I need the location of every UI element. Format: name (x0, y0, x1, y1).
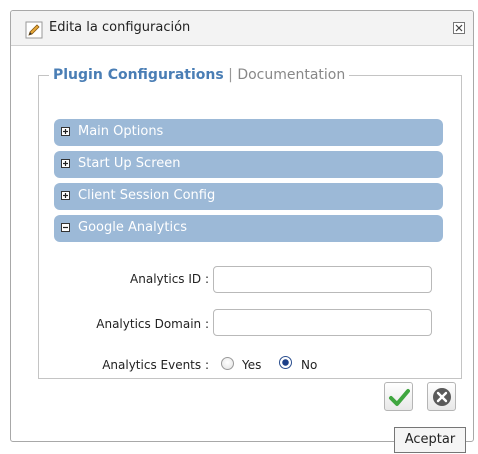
section-start-up-screen[interactable]: Start Up Screen (54, 151, 443, 178)
tab-separator: | (228, 67, 233, 83)
pencil-icon (25, 21, 43, 39)
section-google-analytics[interactable]: Google Analytics (54, 215, 443, 242)
close-icon[interactable] (453, 22, 465, 34)
analytics-events-no-label: No (301, 358, 318, 372)
dialog-title: Edita la configuración (49, 20, 191, 35)
analytics-events-yes-radio[interactable] (221, 357, 234, 370)
section-main-options[interactable]: Main Options (54, 119, 443, 146)
section-label: Google Analytics (78, 220, 188, 235)
cancel-button[interactable] (427, 382, 456, 411)
expand-icon (61, 191, 70, 200)
tab-plugin-configurations[interactable]: Plugin Configurations (53, 67, 224, 83)
config-tabs: Plugin Configurations | Documentation (49, 66, 349, 84)
analytics-events-label: Analytics Events : (102, 358, 209, 372)
analytics-events-yes-label: Yes (242, 358, 262, 372)
collapse-icon (61, 223, 70, 232)
tab-documentation[interactable]: Documentation (237, 67, 345, 83)
accept-button[interactable] (384, 382, 413, 411)
accept-tooltip: Aceptar (394, 427, 466, 453)
cancel-icon (432, 388, 451, 406)
expand-icon (61, 127, 70, 136)
section-label: Start Up Screen (78, 156, 181, 171)
checkmark-icon (388, 389, 410, 406)
section-client-session-config[interactable]: Client Session Config (54, 183, 443, 210)
analytics-events-no-radio[interactable] (279, 356, 292, 369)
analytics-id-input[interactable] (213, 266, 432, 293)
section-label: Client Session Config (78, 188, 216, 203)
expand-icon (61, 159, 70, 168)
plugin-config-fieldset: Plugin Configurations | Documentation Ma… (38, 66, 462, 379)
analytics-id-label: Analytics ID : (130, 272, 209, 286)
analytics-domain-input[interactable] (213, 309, 432, 336)
analytics-domain-label: Analytics Domain : (96, 317, 209, 331)
section-label: Main Options (78, 124, 164, 139)
dialog-titlebar[interactable]: Edita la configuración (11, 11, 473, 46)
config-dialog: Edita la configuración Plugin Configurat… (10, 10, 474, 442)
